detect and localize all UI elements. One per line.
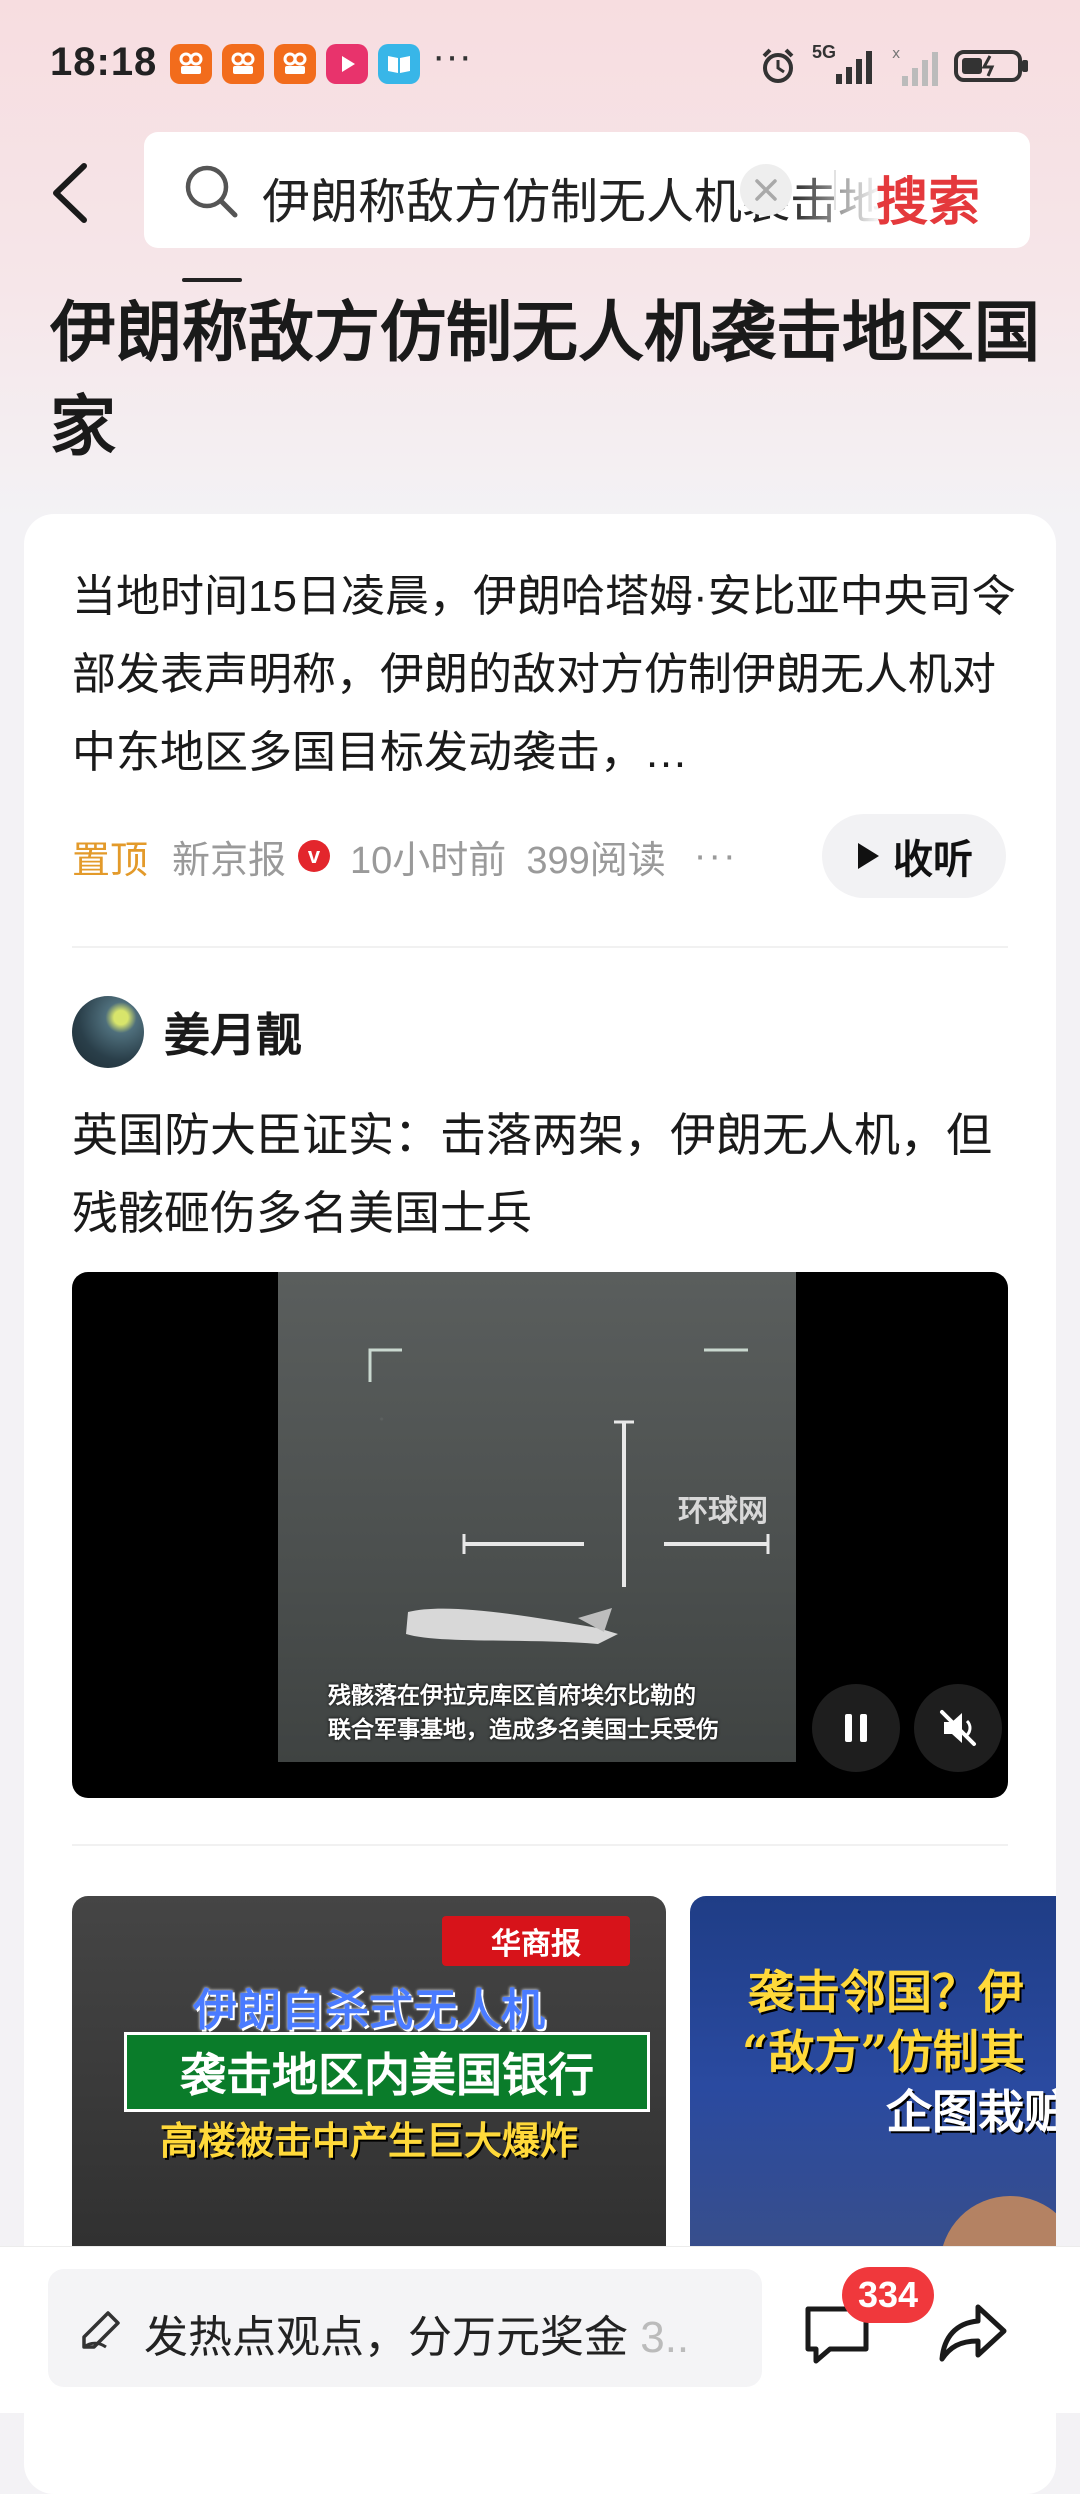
news-meta: 置顶 新京报 v 10小时前 399阅读 ··· [72,826,738,886]
more-options-icon[interactable]: ··· [694,835,738,878]
video-app-icon [326,44,368,84]
content-card: 当地时间15日凌晨，伊朗哈塔姆·安比亚中央司令部发表声明称，伊朗的敌对方仿制伊朗… [24,514,1056,2494]
video-player[interactable]: 环球网 残骸落在伊拉克库区首府埃尔比勒的 联合军事基地，造成多名美国士兵受伤 [72,1272,1008,1798]
divider [72,1844,1008,1846]
topic-title: 伊朗称敌方仿制无人机袭击地区国家 [50,295,1040,463]
back-button[interactable] [44,158,104,228]
listen-label: 收听 [893,838,973,882]
search-box[interactable]: 伊朗称敌方仿制无人机袭击地区国家 搜索 [144,132,1030,248]
video-watermark: 环球网 [678,1495,768,1528]
news-source[interactable]: 新京报 [172,829,286,884]
listen-button[interactable]: 收听 [822,814,1006,898]
news-summary[interactable]: 当地时间15日凌晨，伊朗哈塔姆·安比亚中央司令部发表声明称，伊朗的敌对方仿制伊朗… [72,558,1017,792]
chevron-left-icon [53,163,87,223]
image-carousel: 华商报 伊朗自杀式无人机 袭击地区内美国银行 高楼被击中产生巨大爆炸 袭击邻国？… [72,1896,1056,2266]
thumbnail-headline: 企图栽赃 [886,2085,1056,2139]
pause-icon [845,1714,867,1742]
status-time: 18:18 [50,40,158,84]
app-notification-icon [222,44,264,84]
comment-input[interactable]: 发热点观点，分万元奖金 3.. [48,2269,762,2387]
verified-icon: v [298,840,331,872]
comment-placeholder-suffix: 3.. [640,2313,690,2362]
read-count: 399阅读 [526,839,666,882]
more-notifications-icon: ··· [432,34,472,78]
huashang-logo: 华商报 [442,1916,630,1966]
comment-count-badge: 334 [842,2267,934,2323]
volume-muted-icon [940,1710,976,1746]
thumbnail-headline: 高楼被击中产生巨大爆炸 [159,2118,578,2163]
alarm-icon [762,48,794,83]
notification-icons [170,44,420,84]
share-icon [939,2304,1007,2362]
video-caption-line: 残骸落在伊拉克库区首府埃尔比勒的 [328,1682,696,1708]
post-author[interactable]: 姜月靓 [72,996,302,1068]
app-notification-icon [274,44,316,84]
pen-icon [82,2311,120,2349]
signal-no-service-icon: x [892,46,938,86]
play-icon [858,843,879,869]
svg-text:x: x [892,46,900,62]
thumbnail-headline: 袭击地区内美国银行 [124,2032,650,2112]
news-thumbnail[interactable]: 袭击邻国？伊 “敌方”仿制其 企图栽赃 [690,1896,1056,2266]
video-caption-line: 联合军事基地，造成多名美国士兵受伤 [328,1716,719,1742]
pinned-label: 置顶 [72,839,149,882]
signal-5g-icon: 5G [812,42,878,86]
divider [72,946,1008,948]
close-icon [755,179,777,201]
thumbnail-headline: 袭击邻国？伊 [748,1965,1024,2019]
share-button[interactable] [936,2297,1012,2369]
thumbnail-headline: “敌方”仿制其 [742,2025,1025,2079]
video-caption: 残骸落在伊拉克库区首府埃尔比勒的 联合军事基地，造成多名美国士兵受伤 [328,1678,748,1746]
pause-button[interactable] [812,1684,900,1772]
mute-button[interactable] [914,1684,1002,1772]
thumbnail-headline: 伊朗自杀式无人机 [193,1985,545,2036]
tab-indicator [182,278,242,282]
comment-placeholder-text: 发热点观点，分万元奖金 [144,2313,628,2362]
news-thumbnail[interactable]: 华商报 伊朗自杀式无人机 袭击地区内美国银行 高楼被击中产生巨大爆炸 [72,1896,666,2266]
search-divider [834,170,836,210]
clear-search-button[interactable] [740,164,792,216]
search-icon [185,165,238,218]
news-time: 10小时前 [350,839,507,882]
bottom-bar: 发热点观点，分万元奖金 3.. 334 [0,2246,1080,2413]
comment-placeholder: 发热点观点，分万元奖金 3.. [144,2301,744,2365]
search-button[interactable]: 搜索 [876,160,980,235]
post-text[interactable]: 英国防大臣证实：击落两架，伊朗无人机，但残骸砸伤多名美国士兵 [72,1096,1017,1252]
battery-icon [954,50,1028,82]
author-name[interactable]: 姜月靓 [164,999,302,1065]
status-bar: 18:18 ··· 5G x [0,0,1080,130]
avatar[interactable] [72,996,144,1068]
reader-app-icon [378,44,420,84]
video-frame: 环球网 残骸落在伊拉克库区首府埃尔比勒的 联合军事基地，造成多名美国士兵受伤 [278,1272,796,1762]
app-notification-icon [170,44,212,84]
status-indicators: 5G x [758,42,1030,86]
